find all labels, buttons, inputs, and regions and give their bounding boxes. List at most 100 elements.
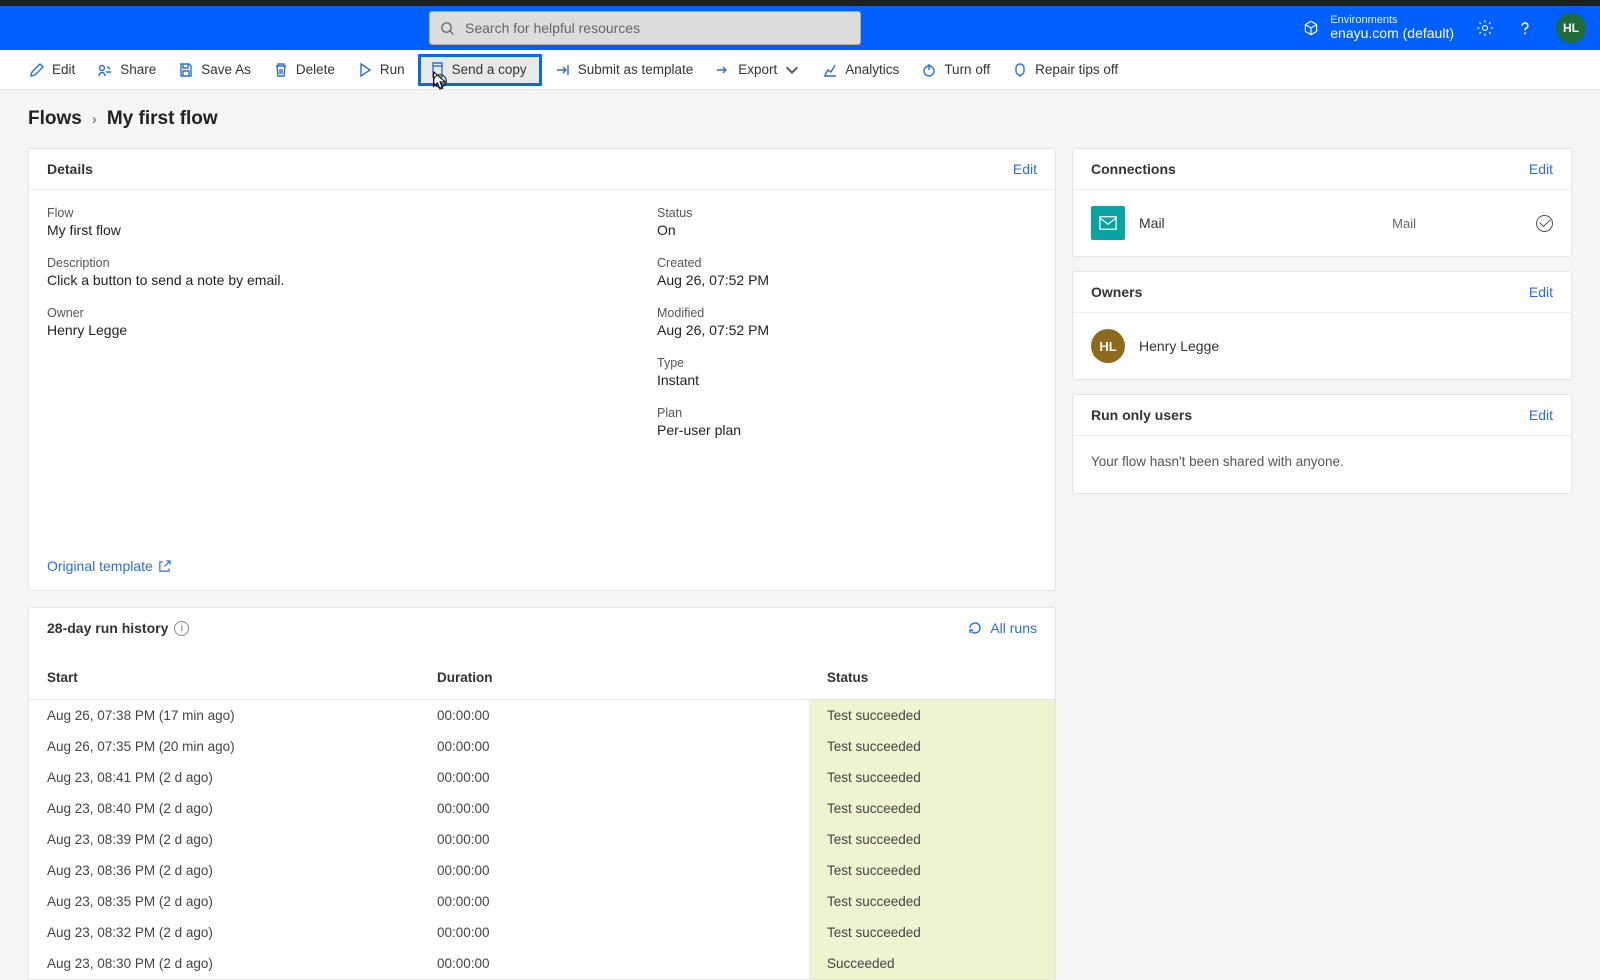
environment-label: Environments [1330, 14, 1454, 26]
cell-status: Test succeeded [809, 700, 989, 732]
cell-duration: 00:00:00 [419, 855, 809, 886]
status-ok-icon [1536, 215, 1553, 232]
cell-duration: 00:00:00 [419, 948, 809, 979]
info-icon[interactable]: i [174, 621, 189, 636]
submit-template-button[interactable]: Submit as template [546, 56, 703, 84]
field-flow: Flow My first flow [47, 206, 657, 238]
export-button[interactable]: Export [706, 56, 809, 84]
cell-pad [989, 855, 1055, 886]
table-row[interactable]: Aug 23, 08:30 PM (2 d ago)00:00:00Succee… [29, 948, 1055, 979]
table-row[interactable]: Aug 23, 08:36 PM (2 d ago)00:00:00Test s… [29, 855, 1055, 886]
table-row[interactable]: Aug 26, 07:38 PM (17 min ago)00:00:00Tes… [29, 700, 1055, 732]
cmd-label: Delete [296, 62, 335, 77]
cell-status: Test succeeded [809, 917, 989, 948]
connections-title: Connections [1091, 161, 1176, 177]
owner-avatar: HL [1091, 329, 1125, 363]
environment-icon [1302, 19, 1320, 37]
breadcrumb: Flows › My first flow [0, 90, 1600, 140]
cell-duration: 00:00:00 [419, 793, 809, 824]
chevron-right-icon: › [92, 111, 97, 128]
user-avatar[interactable]: HL [1556, 13, 1586, 43]
search-box[interactable] [429, 11, 861, 45]
cell-status: Test succeeded [809, 731, 989, 762]
cell-duration: 00:00:00 [419, 700, 809, 732]
cell-duration: 00:00:00 [419, 886, 809, 917]
all-runs-link[interactable]: All runs [967, 620, 1037, 636]
repair-button[interactable]: Repair tips off [1003, 56, 1127, 84]
connection-type: Mail [1392, 216, 1416, 231]
cell-status: Test succeeded [809, 793, 989, 824]
refresh-icon [967, 620, 983, 636]
owner-item[interactable]: HL Henry Legge [1073, 313, 1571, 379]
settings-icon[interactable] [1476, 19, 1494, 37]
turnoff-button[interactable]: Turn off [912, 56, 999, 84]
details-card: Details Edit Flow My first flow Status O… [28, 148, 1056, 591]
saveas-button[interactable]: Save As [169, 56, 260, 84]
field-label: Created [657, 256, 1037, 270]
edit-button[interactable]: Edit [20, 56, 84, 84]
table-row[interactable]: Aug 23, 08:39 PM (2 d ago)00:00:00Test s… [29, 824, 1055, 855]
table-row[interactable]: Aug 23, 08:41 PM (2 d ago)00:00:00Test s… [29, 762, 1055, 793]
field-owner: Owner Henry Legge [47, 306, 657, 338]
cell-status: Test succeeded [809, 762, 989, 793]
delete-button[interactable]: Delete [264, 56, 344, 84]
field-value: Per-user plan [657, 422, 1037, 438]
field-label: Flow [47, 206, 657, 220]
cell-start: Aug 26, 07:38 PM (17 min ago) [29, 700, 419, 732]
cmd-label: Repair tips off [1035, 62, 1118, 77]
table-row[interactable]: Aug 23, 08:35 PM (2 d ago)00:00:00Test s… [29, 886, 1055, 917]
cell-start: Aug 23, 08:30 PM (2 d ago) [29, 948, 419, 979]
table-row[interactable]: Aug 23, 08:40 PM (2 d ago)00:00:00Test s… [29, 793, 1055, 824]
run-only-body: Your flow hasn't been shared with anyone… [1073, 436, 1571, 493]
cell-start: Aug 26, 07:35 PM (20 min ago) [29, 731, 419, 762]
table-row[interactable]: Aug 23, 08:32 PM (2 d ago)00:00:00Test s… [29, 917, 1055, 948]
original-template-link[interactable]: Original template [47, 558, 1037, 574]
breadcrumb-current: My first flow [107, 108, 218, 130]
search-input[interactable] [465, 20, 850, 36]
cmd-label: Run [380, 62, 405, 77]
mail-icon [1091, 206, 1125, 240]
breadcrumb-root[interactable]: Flows [28, 108, 82, 130]
field-label: Plan [657, 406, 1037, 420]
run-history-table: Start Duration Status Aug 26, 07:38 PM (… [29, 648, 1055, 979]
cell-pad [989, 700, 1055, 732]
cmd-label: Turn off [944, 62, 990, 77]
col-start[interactable]: Start [29, 648, 419, 700]
owners-edit-link[interactable]: Edit [1529, 284, 1553, 300]
app-header: Environments enayu.com (default) HL [0, 6, 1600, 50]
connection-item[interactable]: Mail Mail [1073, 190, 1571, 256]
cell-duration: 00:00:00 [419, 917, 809, 948]
run-only-users-card: Run only users Edit Your flow hasn't bee… [1072, 394, 1572, 494]
cell-pad [989, 948, 1055, 979]
search-icon [440, 21, 455, 36]
run-only-title: Run only users [1091, 407, 1192, 423]
command-bar: Edit Share Save As Delete Run Send a cop… [0, 50, 1600, 90]
field-value: My first flow [47, 222, 657, 238]
col-duration[interactable]: Duration [419, 648, 809, 700]
connection-name: Mail [1139, 215, 1165, 231]
owners-title: Owners [1091, 284, 1142, 300]
details-edit-link[interactable]: Edit [1013, 161, 1037, 177]
send-copy-button[interactable]: Send a copy [418, 54, 542, 86]
run-history-card: 28-day run history i All runs Start Dura… [28, 607, 1056, 980]
table-row[interactable]: Aug 26, 07:35 PM (20 min ago)00:00:00Tes… [29, 731, 1055, 762]
cmd-label: Send a copy [452, 62, 527, 77]
environment-picker[interactable]: Environments enayu.com (default) [1302, 14, 1454, 41]
field-value: Click a button to send a note by email. [47, 272, 657, 288]
cell-pad [989, 886, 1055, 917]
connections-card: Connections Edit Mail Mail [1072, 148, 1572, 257]
connections-edit-link[interactable]: Edit [1529, 161, 1553, 177]
share-button[interactable]: Share [88, 56, 165, 84]
cell-pad [989, 917, 1055, 948]
col-status[interactable]: Status [809, 648, 989, 700]
cell-status: Succeeded [809, 948, 989, 979]
run-button[interactable]: Run [348, 56, 414, 84]
help-icon[interactable] [1516, 19, 1534, 37]
analytics-button[interactable]: Analytics [813, 56, 908, 84]
run-only-edit-link[interactable]: Edit [1529, 407, 1553, 423]
chevron-down-icon [784, 62, 800, 78]
field-label: Type [657, 356, 1037, 370]
field-type: Type Instant [657, 356, 1037, 388]
cell-status: Test succeeded [809, 824, 989, 855]
cmd-label: Save As [201, 62, 251, 77]
